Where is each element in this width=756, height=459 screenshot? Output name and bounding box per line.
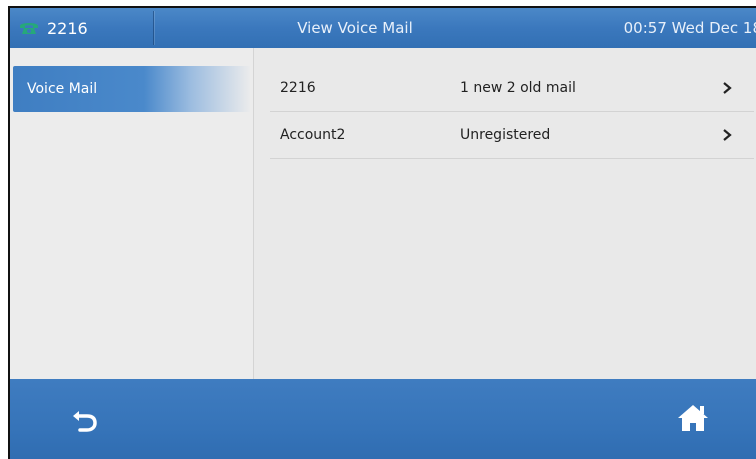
account-indicator[interactable]: 2216 [10,8,88,48]
sidebar: Voice Mail [10,48,254,379]
list-item[interactable]: Account2 Unregistered [270,112,754,159]
phone-screen: 2216 View Voice Mail 00:57 Wed Dec 18 Vo… [8,6,756,459]
sidebar-item-label: Voice Mail [27,81,98,97]
status-bar-divider [153,11,154,45]
softkey-bar [10,379,756,459]
mail-status: Unregistered [460,127,551,143]
sidebar-item-voice-mail[interactable]: Voice Mail [13,66,251,112]
back-button[interactable] [70,406,102,434]
home-icon [678,405,708,431]
phone-handset-icon [20,23,38,34]
back-arrow-icon [73,411,97,432]
chevron-right-icon [723,129,732,141]
main-content: Voice Mail 2216 1 new 2 old mail Account… [10,48,756,379]
page-title: View Voice Mail [297,19,413,37]
account-label: 2216 [47,18,88,38]
chevron-right-icon [723,82,732,94]
clock: 00:57 Wed Dec 18 [623,19,756,37]
account-name: Account2 [280,127,346,143]
status-bar: 2216 View Voice Mail 00:57 Wed Dec 18 [10,8,756,48]
voicemail-account-list: 2216 1 new 2 old mail Account2 Unregiste… [270,65,754,159]
home-button[interactable] [676,402,710,434]
mail-status: 1 new 2 old mail [460,80,576,96]
list-item[interactable]: 2216 1 new 2 old mail [270,65,754,112]
account-name: 2216 [280,80,316,96]
